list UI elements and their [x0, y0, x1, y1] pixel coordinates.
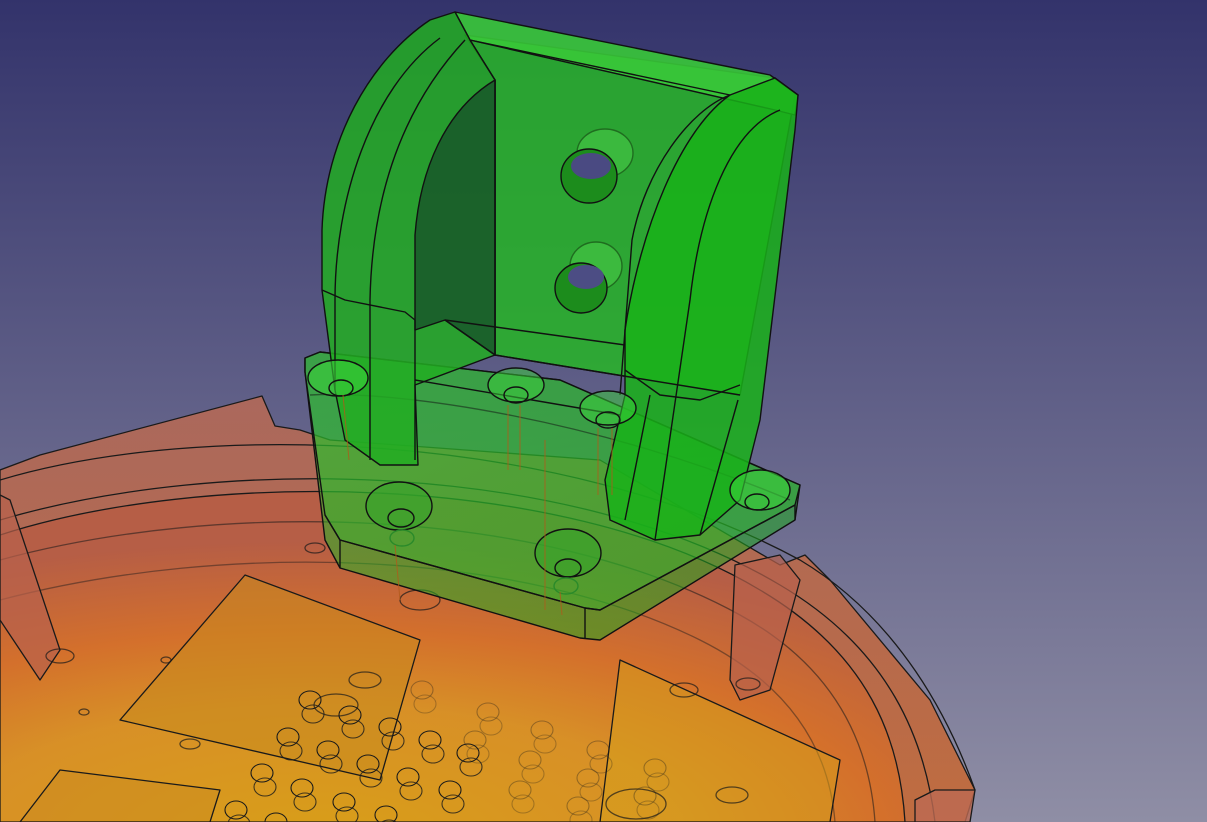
3d-scene[interactable] — [0, 0, 1207, 822]
bracket-body[interactable] — [304, 11, 801, 641]
housing-right-notch — [914, 789, 976, 822]
3d-viewport[interactable] — [0, 0, 1207, 822]
